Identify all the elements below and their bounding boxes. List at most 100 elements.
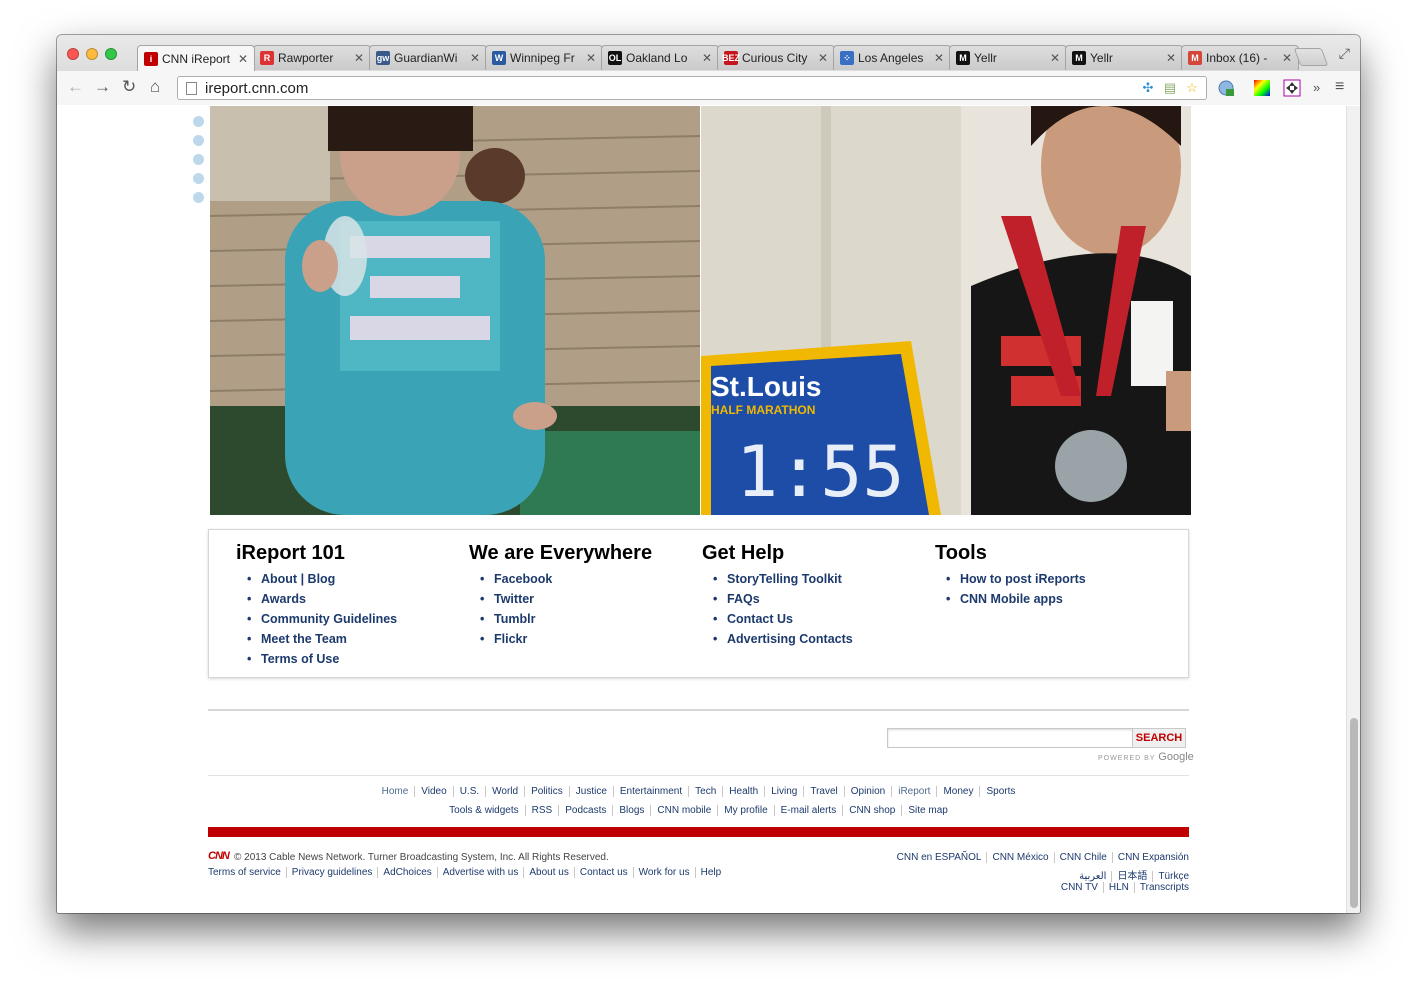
footer-nav-link[interactable]: Entertainment (613, 786, 690, 797)
footer-nav-link[interactable]: Terms of service (208, 867, 287, 878)
move-extension-icon[interactable] (1283, 79, 1301, 97)
footer-nav-link[interactable]: HLN (1103, 882, 1135, 893)
footer-nav-link[interactable]: AdChoices (378, 867, 438, 878)
footer-nav-link[interactable]: CNN Chile (1054, 852, 1113, 863)
footer-nav-link[interactable]: Sports (980, 786, 1021, 797)
tab-close-icon[interactable]: ✕ (1282, 51, 1292, 65)
footer-nav-link[interactable]: CNN México (987, 852, 1055, 863)
tab-close-icon[interactable]: ✕ (934, 51, 944, 65)
browser-tab[interactable]: gw GuardianWi ✕ (369, 45, 487, 70)
search-input[interactable] (887, 728, 1134, 748)
footer-nav-link[interactable]: CNN en ESPAÑOL (891, 852, 988, 863)
globe-extension-icon[interactable] (1217, 79, 1235, 97)
footer-link[interactable]: StoryTelling Toolkit (713, 569, 853, 589)
footer-nav-link[interactable]: About us (524, 867, 575, 878)
footer-nav-link[interactable]: E-mail alerts (774, 805, 844, 816)
tab-close-icon[interactable]: ✕ (1166, 51, 1176, 65)
browser-tab[interactable]: M Inbox (16) - ✕ (1181, 45, 1299, 70)
carousel-dot[interactable] (193, 154, 204, 165)
home-icon[interactable]: ⌂ (150, 77, 160, 97)
footer-link[interactable]: Facebook (480, 569, 652, 589)
tab-close-icon[interactable]: ✕ (238, 52, 248, 66)
extension-network-icon[interactable]: ✣ (1140, 80, 1156, 96)
footer-link[interactable]: Advertising Contacts (713, 629, 853, 649)
footer-nav-link[interactable]: Privacy guidelines (286, 867, 379, 878)
browser-tab[interactable]: M Yellr ✕ (949, 45, 1067, 70)
carousel-dot[interactable] (193, 135, 204, 146)
footer-link[interactable]: Tumblr (480, 609, 652, 629)
footer-link[interactable]: CNN Mobile apps (946, 589, 1086, 609)
back-arrow-icon[interactable]: ← (67, 77, 84, 97)
carousel-dot[interactable] (193, 173, 204, 184)
tab-close-icon[interactable]: ✕ (702, 51, 712, 65)
more-extensions-icon[interactable]: » (1313, 80, 1320, 95)
footer-nav-link[interactable]: 日本語 (1112, 871, 1154, 882)
fullscreen-icon[interactable]: ⤢ (1339, 45, 1350, 62)
forward-arrow-icon[interactable]: → (94, 77, 111, 97)
tab-close-icon[interactable]: ✕ (470, 51, 480, 65)
carousel-dot[interactable] (193, 116, 204, 127)
footer-nav-link[interactable]: CNN mobile (651, 805, 719, 816)
footer-link[interactable]: Twitter (480, 589, 652, 609)
address-bar[interactable]: ireport.cnn.com ✣ ▤ ☆ (177, 76, 1207, 100)
footer-link[interactable]: Contact Us (713, 609, 853, 629)
reload-icon[interactable]: ↻ (122, 77, 136, 97)
footer-nav-link[interactable]: العربية (1074, 871, 1113, 882)
scrollbar-thumb[interactable] (1350, 718, 1358, 908)
footer-link[interactable]: Meet the Team (247, 629, 397, 649)
footer-nav-link[interactable]: Travel (804, 786, 845, 797)
footer-nav-link[interactable]: CNN TV (1055, 882, 1104, 893)
zoom-window-button[interactable] (105, 48, 117, 60)
footer-nav-link[interactable]: Politics (525, 786, 570, 797)
color-picker-icon[interactable] (1253, 79, 1271, 97)
footer-nav-link[interactable]: RSS (525, 805, 560, 816)
tab-close-icon[interactable]: ✕ (586, 51, 596, 65)
footer-link[interactable]: How to post iReports (946, 569, 1086, 589)
footer-nav-link[interactable]: Podcasts (559, 805, 614, 816)
footer-nav-link[interactable]: Living (765, 786, 805, 797)
footer-nav-link[interactable]: Blogs (613, 805, 652, 816)
footer-nav-link[interactable]: Home (375, 786, 416, 797)
footer-nav-link[interactable]: My profile (718, 805, 775, 816)
footer-link[interactable]: FAQs (713, 589, 853, 609)
browser-tab[interactable]: OL Oakland Lo ✕ (601, 45, 719, 70)
footer-nav-link[interactable]: World (486, 786, 526, 797)
tab-close-icon[interactable]: ✕ (1050, 51, 1060, 65)
footer-nav-link[interactable]: Work for us (633, 867, 696, 878)
browser-tab[interactable]: BEZ Curious City ✕ (717, 45, 835, 70)
bookmark-star-icon[interactable]: ☆ (1184, 80, 1200, 96)
new-tab-button[interactable] (1293, 48, 1329, 66)
carousel-dot[interactable] (193, 192, 204, 203)
tab-close-icon[interactable]: ✕ (354, 51, 364, 65)
footer-nav-link[interactable]: iReport (892, 786, 938, 797)
scrollbar[interactable] (1346, 106, 1360, 913)
browser-tab[interactable]: i CNN iReport ✕ (137, 45, 255, 71)
tab-close-icon[interactable]: ✕ (818, 51, 828, 65)
cnn-logo[interactable]: CNN (208, 850, 230, 862)
browser-tab[interactable]: M Yellr ✕ (1065, 45, 1183, 70)
footer-nav-link[interactable]: Contact us (574, 867, 634, 878)
footer-link[interactable]: Flickr (480, 629, 652, 649)
footer-link[interactable]: Awards (247, 589, 397, 609)
footer-link[interactable]: About | Blog (247, 569, 397, 589)
footer-nav-link[interactable]: Transcripts (1135, 882, 1189, 893)
footer-nav-link[interactable]: Türkçe (1153, 871, 1189, 882)
browser-tab[interactable]: W Winnipeg Fr ✕ (485, 45, 603, 70)
browser-tab[interactable]: ⁘ Los Angeles ✕ (833, 45, 951, 70)
minimize-window-button[interactable] (86, 48, 98, 60)
rss-icon[interactable]: ▤ (1162, 80, 1178, 96)
close-window-button[interactable] (67, 48, 79, 60)
footer-nav-link[interactable]: Money (937, 786, 981, 797)
footer-nav-link[interactable]: Justice (569, 786, 614, 797)
footer-link[interactable]: Terms of Use (247, 649, 397, 669)
footer-nav-link[interactable]: Advertise with us (437, 867, 525, 878)
footer-nav-link[interactable]: Health (723, 786, 766, 797)
footer-nav-link[interactable]: Help (696, 867, 727, 878)
footer-nav-link[interactable]: Video (415, 786, 454, 797)
footer-nav-link[interactable]: U.S. (453, 786, 487, 797)
footer-nav-link[interactable]: Tools & widgets (443, 805, 526, 816)
footer-link[interactable]: Community Guidelines (247, 609, 397, 629)
footer-nav-link[interactable]: Opinion (844, 786, 893, 797)
footer-nav-link[interactable]: CNN shop (843, 805, 903, 816)
browser-tab[interactable]: R Rawporter ✕ (253, 45, 371, 70)
